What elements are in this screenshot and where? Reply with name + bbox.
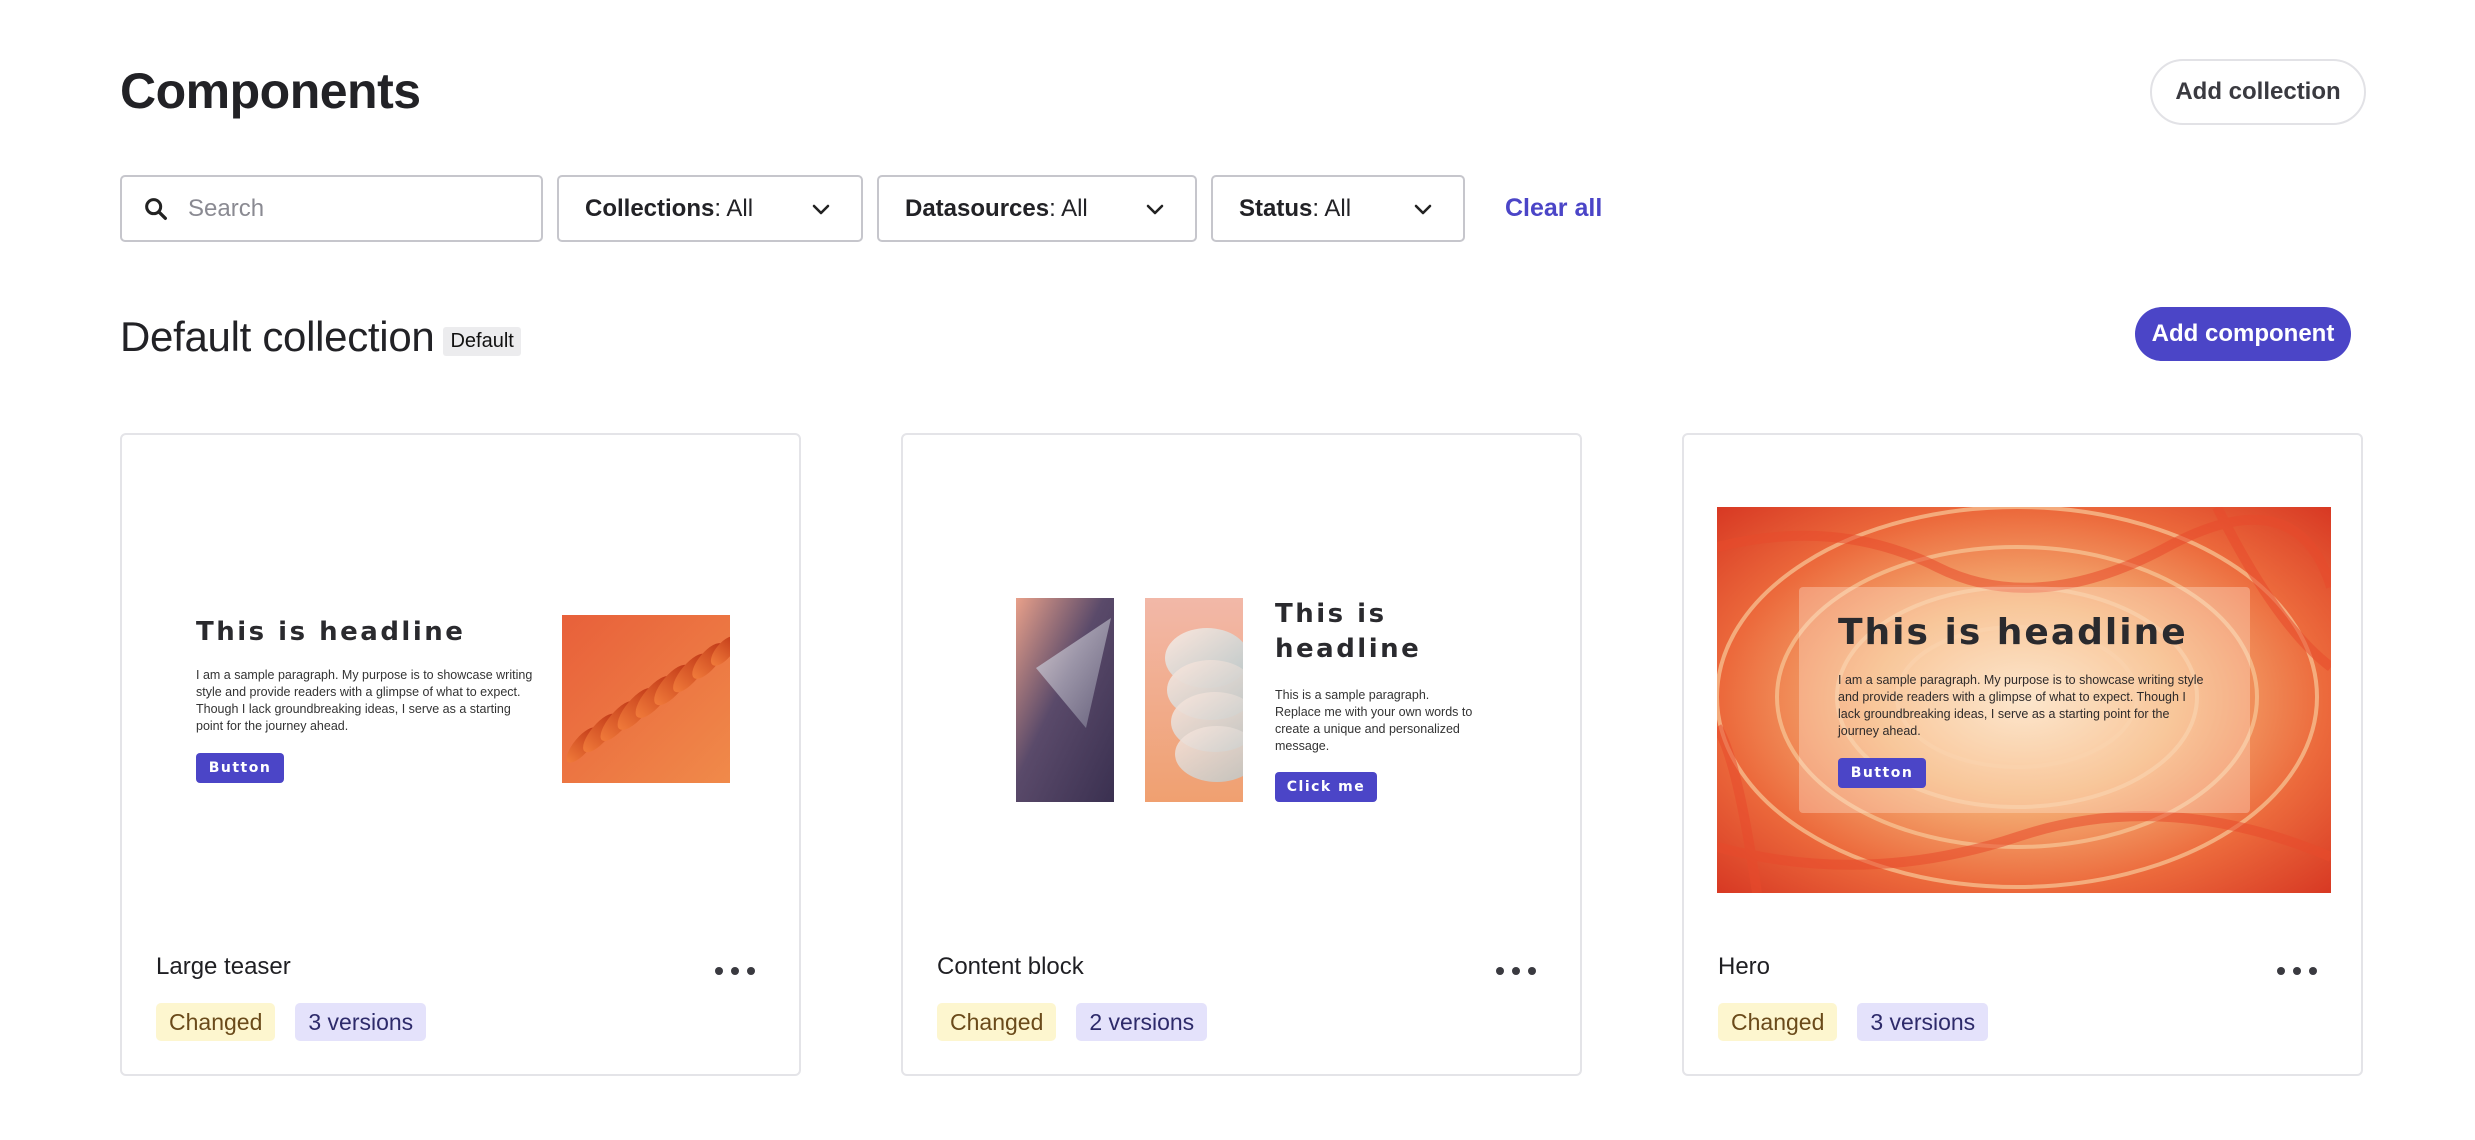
datasources-filter-label: Datasources (905, 194, 1050, 222)
default-tag: Default (443, 326, 521, 356)
add-collection-button[interactable]: Add collection (2150, 59, 2366, 125)
dot-icon (2309, 967, 2317, 975)
datasources-filter-text: Datasources: All (905, 195, 1088, 223)
collections-filter-value: : All (714, 194, 754, 222)
component-card-content-block[interactable]: This is headline This is a sample paragr… (901, 433, 1582, 1076)
datasources-filter[interactable]: Datasources: All (877, 175, 1197, 242)
preview-button: Button (1838, 758, 1926, 788)
card-name[interactable]: Content block (937, 953, 1084, 981)
preview-paragraph: This is a sample paragraph. Replace me w… (1275, 688, 1473, 753)
status-badge: Changed (1718, 1003, 1838, 1041)
preview-headline: This is headline (196, 617, 466, 647)
dot-icon (1528, 967, 1536, 975)
versions-badge: 3 versions (295, 1003, 427, 1041)
preview-headline: This is headline (1275, 599, 1422, 664)
chevron-down-icon (1414, 204, 1432, 214)
dot-icon (747, 967, 755, 975)
preview-button: Click me (1275, 772, 1377, 802)
dot-icon (731, 967, 739, 975)
collections-filter-text: Collections: All (585, 195, 753, 223)
status-filter[interactable]: Status: All (1211, 175, 1465, 242)
section-header: Default collection Default (120, 313, 521, 361)
chevron-down-icon (812, 204, 830, 214)
search-icon (145, 197, 167, 220)
more-options-button[interactable] (2277, 961, 2317, 981)
card-badges: Changed 2 versions (937, 1003, 1227, 1041)
clear-all-link[interactable]: Clear all (1505, 194, 1602, 223)
more-options-button[interactable] (1496, 961, 1536, 981)
preview-paragraph: I am a sample paragraph. My purpose is t… (196, 668, 533, 733)
dot-icon (2277, 967, 2285, 975)
status-filter-value: : All (1312, 194, 1352, 222)
status-filter-label: Status (1239, 194, 1313, 222)
search-input[interactable] (188, 194, 508, 223)
preview-image (1145, 598, 1243, 802)
dot-icon (715, 967, 723, 975)
card-name[interactable]: Hero (1718, 953, 1770, 981)
card-badges: Changed 3 versions (156, 1003, 446, 1041)
status-badge: Changed (937, 1003, 1057, 1041)
status-filter-text: Status: All (1239, 195, 1351, 223)
collections-filter[interactable]: Collections: All (557, 175, 863, 242)
card-name[interactable]: Large teaser (156, 953, 291, 981)
versions-badge: 2 versions (1076, 1003, 1208, 1041)
page-title: Components (120, 63, 421, 119)
chevron-down-icon (1146, 204, 1164, 214)
add-component-button[interactable]: Add component (2135, 307, 2351, 361)
preview-headline: This is headline (1838, 612, 2188, 653)
card-badges: Changed 3 versions (1718, 1003, 2008, 1041)
preview-paragraph: I am a sample paragraph. My purpose is t… (1838, 673, 2204, 738)
more-options-button[interactable] (715, 961, 755, 981)
versions-badge: 3 versions (1857, 1003, 1989, 1041)
preview-image (1016, 598, 1114, 802)
collections-filter-label: Collections (585, 194, 715, 222)
search-box[interactable] (120, 175, 543, 242)
datasources-filter-value: : All (1049, 194, 1088, 222)
dot-icon (1496, 967, 1504, 975)
preview-image (562, 615, 730, 783)
component-card-hero[interactable]: This is headline I am a sample paragraph… (1682, 433, 2363, 1076)
status-badge: Changed (156, 1003, 276, 1041)
dot-icon (2293, 967, 2301, 975)
component-card-large-teaser[interactable]: This is headline I am a sample paragraph… (120, 433, 801, 1076)
section-title: Default collection (120, 313, 435, 360)
dot-icon (1512, 967, 1520, 975)
filter-bar: Collections: All Datasources: All Status… (120, 175, 1602, 242)
preview-button: Button (196, 753, 284, 783)
